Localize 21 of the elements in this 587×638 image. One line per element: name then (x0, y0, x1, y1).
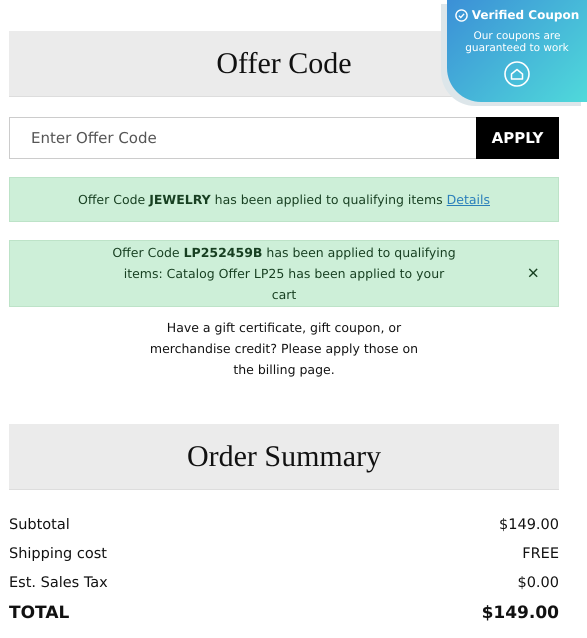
badge-title: Verified Coupon (472, 8, 580, 22)
summary-label: Subtotal (9, 516, 70, 532)
offer-code-field[interactable]: Enter Offer Code (9, 117, 476, 159)
home-icon (504, 61, 530, 87)
summary-value: FREE (522, 546, 559, 562)
summary-value: $149.00 (482, 603, 559, 623)
summary-label: TOTAL (9, 603, 70, 623)
message-text: Offer Code LP252459B has been applied to qualifying items: Catalog Offer LP25 has been applied to your cart (112, 245, 456, 302)
details-link[interactable]: Details (446, 192, 490, 207)
summary-label: Est. Sales Tax (9, 574, 108, 590)
summary-value: $149.00 (499, 516, 559, 532)
badge-subtitle: Our coupons are guaranteed to work (464, 30, 570, 54)
summary-value: $0.00 (517, 574, 559, 590)
message-text: Offer Code JEWELRY has been applied to qualifying items (78, 192, 443, 207)
summary-label: Shipping cost (9, 546, 107, 562)
apply-button[interactable]: APPLY (476, 117, 559, 159)
section-title: Offer Code (216, 46, 352, 80)
close-button[interactable]: × (523, 262, 543, 285)
gift-note: Have a gift certificate, gift coupon, or merchandise credit? Please apply those on the billing page. (148, 319, 420, 379)
check-circle-icon (454, 8, 468, 22)
section-title: Order Summary (186, 440, 382, 474)
